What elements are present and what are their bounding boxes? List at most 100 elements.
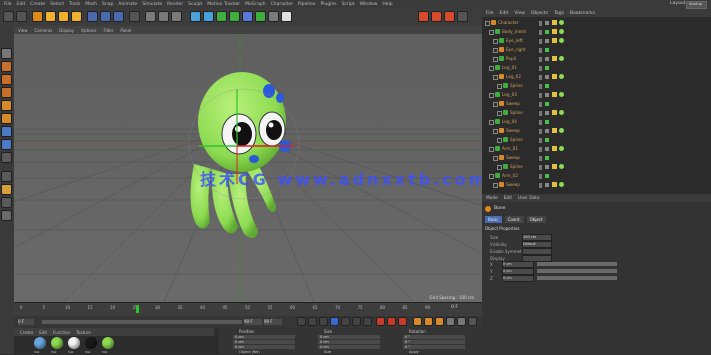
enable-check-icon[interactable] <box>545 102 549 106</box>
object-row[interactable]: Sweep <box>482 155 711 161</box>
enable-check-icon[interactable] <box>545 138 549 142</box>
locked-workplane-left-icon[interactable] <box>1 197 12 208</box>
floor-icon[interactable] <box>255 11 266 22</box>
light-icon[interactable] <box>281 11 292 22</box>
points-mode-icon[interactable] <box>1 100 12 111</box>
expand-toggle-icon[interactable] <box>489 30 494 35</box>
expand-toggle-icon[interactable] <box>493 129 498 134</box>
attribute-subtab[interactable]: Coord. <box>504 216 524 223</box>
object-name[interactable]: Eye_right <box>506 47 526 52</box>
menu-item[interactable]: Mesh <box>85 2 97 7</box>
object-manager-menu-item[interactable]: View <box>514 11 525 16</box>
enable-check-icon[interactable] <box>545 111 549 115</box>
array-icon[interactable] <box>229 11 240 22</box>
visibility-dots-icon[interactable] <box>539 39 542 44</box>
material-tag-icon[interactable] <box>559 182 564 187</box>
object-manager-menu-item[interactable]: Tags <box>554 11 564 16</box>
material-tag-icon[interactable] <box>559 146 564 151</box>
expand-toggle-icon[interactable] <box>497 84 502 89</box>
coord-mode-mid[interactable]: Size <box>324 350 331 354</box>
object-name[interactable]: Body_mesh <box>502 29 526 34</box>
render-view-icon[interactable] <box>145 11 156 22</box>
polygons-mode-icon[interactable] <box>1 126 12 137</box>
material-menu-item[interactable]: Texture <box>76 330 91 335</box>
cube-icon[interactable] <box>190 11 201 22</box>
tag-icon[interactable] <box>552 146 557 151</box>
play-icon[interactable] <box>330 317 339 326</box>
undo-icon[interactable] <box>3 11 14 22</box>
expand-toggle-icon[interactable] <box>493 75 498 80</box>
uv-mode-icon[interactable] <box>1 139 12 150</box>
visibility-dots-icon[interactable] <box>539 147 542 152</box>
visibility-dots-icon[interactable] <box>539 57 542 62</box>
attribute-menu-item[interactable]: Mode <box>486 196 498 201</box>
tag-icon[interactable] <box>552 20 557 25</box>
object-name[interactable]: Leg_02 <box>506 74 521 79</box>
menu-item[interactable]: Render <box>167 2 183 7</box>
attribute-field-value[interactable] <box>522 248 552 255</box>
menu-item[interactable]: Script <box>342 2 355 7</box>
material-tag-icon[interactable] <box>559 110 564 115</box>
deformer-icon[interactable] <box>242 11 253 22</box>
enable-check-icon[interactable] <box>545 57 549 61</box>
enable-check-icon[interactable] <box>545 156 549 160</box>
visibility-dots-icon[interactable] <box>539 75 542 80</box>
menu-item[interactable]: Tools <box>69 2 80 7</box>
enable-check-icon[interactable] <box>545 174 549 178</box>
viewport-menu-item[interactable]: View <box>18 28 28 33</box>
expand-toggle-icon[interactable] <box>489 120 494 125</box>
material-swatch[interactable]: Mat <box>68 337 81 354</box>
edges-mode-icon[interactable] <box>1 113 12 124</box>
expand-toggle-icon[interactable] <box>497 165 502 170</box>
enable-check-icon[interactable] <box>545 66 549 70</box>
layout-select[interactable]: Startup <box>686 1 707 9</box>
expand-toggle-icon[interactable] <box>489 93 494 98</box>
attribute-menu-item[interactable]: Edit <box>504 196 512 201</box>
object-name[interactable]: Leg_03 <box>502 92 517 97</box>
attribute-subtab[interactable]: Basic <box>485 216 502 223</box>
coord-mode-left[interactable]: Object (Rel) <box>239 350 260 354</box>
object-row[interactable]: Leg_01 <box>482 65 711 71</box>
visibility-dots-icon[interactable] <box>539 48 542 53</box>
attribute-coord-value[interactable]: 0 cm <box>502 275 534 282</box>
coordinate-system-icon[interactable] <box>129 11 140 22</box>
expand-toggle-icon[interactable] <box>493 156 498 161</box>
scale-icon[interactable] <box>58 11 69 22</box>
tag-icon[interactable] <box>552 164 557 169</box>
enable-check-icon[interactable] <box>545 93 549 97</box>
material-menu-item[interactable]: Edit <box>39 330 47 335</box>
object-row[interactable]: Pupil <box>482 56 711 62</box>
tag-icon[interactable] <box>552 110 557 115</box>
menu-item[interactable]: MoGraph <box>245 2 265 7</box>
material-tag-icon[interactable] <box>559 92 564 97</box>
menu-item[interactable]: Select <box>50 2 64 7</box>
menu-item[interactable]: Character <box>271 2 293 7</box>
object-name[interactable]: Arm_01 <box>502 146 518 151</box>
menu-item[interactable]: Help <box>382 2 392 7</box>
record-icon[interactable] <box>376 317 385 326</box>
visibility-dots-icon[interactable] <box>539 165 542 170</box>
expand-toggle-icon[interactable] <box>485 21 490 26</box>
attribute-menu-item[interactable]: User Data <box>518 196 539 201</box>
expand-toggle-icon[interactable] <box>493 39 498 44</box>
material-tag-icon[interactable] <box>559 128 564 133</box>
object-name[interactable]: Spline <box>510 164 523 169</box>
menu-item[interactable]: File <box>4 2 12 7</box>
expand-toggle-icon[interactable] <box>489 66 494 71</box>
visibility-dots-icon[interactable] <box>539 120 542 125</box>
enable-check-icon[interactable] <box>545 147 549 151</box>
object-name[interactable]: Spline <box>510 110 523 115</box>
attribute-field-value[interactable]: Default <box>522 241 552 248</box>
object-name[interactable]: Spline <box>510 137 523 142</box>
attribute-field-value[interactable]: 100 cm <box>522 234 552 241</box>
menu-item[interactable]: Window <box>360 2 378 7</box>
position-key-icon[interactable] <box>413 317 422 326</box>
material-tag-icon[interactable] <box>559 74 564 79</box>
pen-icon[interactable] <box>203 11 214 22</box>
object-row[interactable]: Leg_03 <box>482 92 711 98</box>
object-row[interactable]: Eye_left <box>482 38 711 44</box>
visibility-dots-icon[interactable] <box>539 66 542 71</box>
rotation-key-icon[interactable] <box>435 317 444 326</box>
planar-workplane-icon[interactable] <box>1 210 12 221</box>
object-row[interactable]: Spline <box>482 110 711 116</box>
